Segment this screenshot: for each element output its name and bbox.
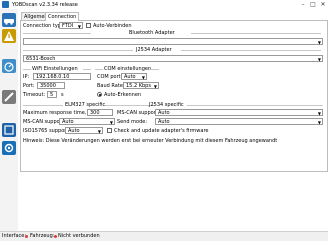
chevron-down-icon: ▼ — [317, 40, 321, 45]
title-bar: YOBDscan v2.3.34 release – □ ✕ — [0, 0, 328, 9]
tools-icon[interactable] — [2, 90, 16, 104]
window-title: YOBDscan v2.3.34 release — [12, 1, 78, 8]
connection-panel: Connection type: FTDI ▼ Auto-Verbinden Bl… — [20, 20, 328, 172]
elm327-specific-title: ELM327 specific — [65, 102, 106, 108]
j2534-ms-can-value: Auto — [158, 110, 170, 116]
left-toolbar — [0, 9, 19, 231]
baud-rate-value: 15.2 Kbps — [126, 83, 151, 89]
divider — [191, 33, 321, 34]
auto-detect-label: Auto-Erkennen — [104, 92, 142, 98]
iso15765-label: ISO15765 support: — [23, 128, 70, 134]
wifi-settings-title: WiFi Einstellungen — [32, 66, 78, 72]
send-mode-select[interactable]: Auto ▼ — [155, 118, 323, 125]
timeout-label: Timeout: — [23, 92, 46, 98]
chevron-down-icon: ▼ — [109, 120, 113, 125]
j2534-adapter-select[interactable]: 6531-Bosch ▼ — [23, 55, 323, 62]
close-button[interactable]: ✕ — [318, 0, 328, 9]
app-icon — [2, 1, 9, 8]
gauge-icon[interactable] — [2, 59, 16, 73]
chevron-down-icon: ▼ — [317, 111, 321, 116]
chevron-down-icon: ▼ — [317, 57, 321, 62]
j2534-adapter-value: 6531-Bosch — [26, 56, 56, 62]
tab-connection[interactable]: Connection — [45, 12, 80, 21]
bluetooth-adapter-title: Bluetooth Adapter — [129, 30, 175, 36]
timeout-unit: s — [61, 92, 64, 98]
elm327-ms-can-select[interactable]: Auto ▼ — [59, 118, 115, 125]
divider — [149, 69, 159, 70]
send-mode-value: Auto — [158, 119, 170, 125]
ip-label: IP: — [23, 74, 30, 80]
minimize-button[interactable]: – — [298, 0, 308, 9]
connection-type-value: FTDI — [62, 23, 74, 29]
chevron-down-icon: ▼ — [77, 24, 81, 29]
chevron-down-icon: ▼ — [141, 75, 145, 80]
divider — [83, 69, 91, 70]
warning-icon[interactable] — [2, 29, 16, 43]
divider — [187, 105, 323, 106]
com-port-label: COM port: — [97, 74, 123, 80]
send-mode-label: Send mode: — [117, 119, 148, 125]
elm327-ms-can-value: Auto — [62, 119, 74, 125]
can-icon[interactable] — [2, 123, 16, 137]
j2534-adapter-title: J2534 Adapter — [136, 47, 172, 53]
interface-status-icon — [25, 235, 28, 238]
divider — [23, 50, 133, 51]
divider — [23, 69, 31, 70]
firmware-check-checkbox[interactable] — [107, 128, 112, 133]
divider — [23, 33, 91, 34]
firmware-check-label: Check and update adapter's firmware — [114, 128, 209, 134]
com-port-value: Auto — [124, 74, 136, 80]
divider — [117, 105, 147, 106]
chevron-down-icon: ▼ — [153, 84, 157, 89]
hint-text: Hinweis: Diese Veränderungen werden erst… — [23, 138, 278, 144]
settings-icon[interactable] — [2, 141, 16, 155]
port-label: Port: — [23, 83, 35, 89]
chevron-down-icon: ▼ — [97, 129, 101, 134]
com-settings-title: COM einstellungen — [104, 66, 152, 72]
bluetooth-adapter-select[interactable]: ▼ — [23, 38, 323, 45]
j2534-ms-can-label: MS-CAN support: — [117, 110, 160, 116]
divider — [95, 69, 103, 70]
j2534-specific-title: J2534 specific — [149, 102, 184, 108]
com-port-select[interactable]: Auto ▼ — [121, 73, 147, 80]
auto-detect-radio[interactable] — [97, 92, 102, 97]
iso15765-value: Auto — [68, 128, 80, 134]
car-icon[interactable] — [2, 13, 16, 27]
divider — [181, 50, 321, 51]
baud-rate-label: Baud Rate: — [97, 83, 125, 89]
ip-input[interactable]: 192.168.0.10 — [33, 73, 91, 80]
j2534-ms-can-select[interactable]: Auto ▼ — [155, 109, 323, 116]
connection-type-select[interactable]: FTDI ▼ — [59, 22, 83, 29]
settings-content: Allgemein Connection Connection type: FT… — [18, 9, 328, 231]
auto-connect-label: Auto-Verbinden — [93, 23, 132, 29]
timeout-input[interactable]: 5 — [47, 91, 57, 98]
max-response-input[interactable]: 300 — [87, 109, 113, 116]
maximize-button[interactable]: □ — [308, 0, 318, 9]
baud-rate-select[interactable]: 15.2 Kbps ▼ — [123, 82, 159, 89]
auto-connect-checkbox[interactable] — [86, 23, 91, 28]
connection-status-icon — [54, 235, 57, 238]
iso15765-select[interactable]: Auto ▼ — [65, 127, 103, 134]
divider — [23, 105, 63, 106]
port-input[interactable]: 35000 — [37, 82, 65, 89]
chevron-down-icon: ▼ — [317, 120, 321, 125]
